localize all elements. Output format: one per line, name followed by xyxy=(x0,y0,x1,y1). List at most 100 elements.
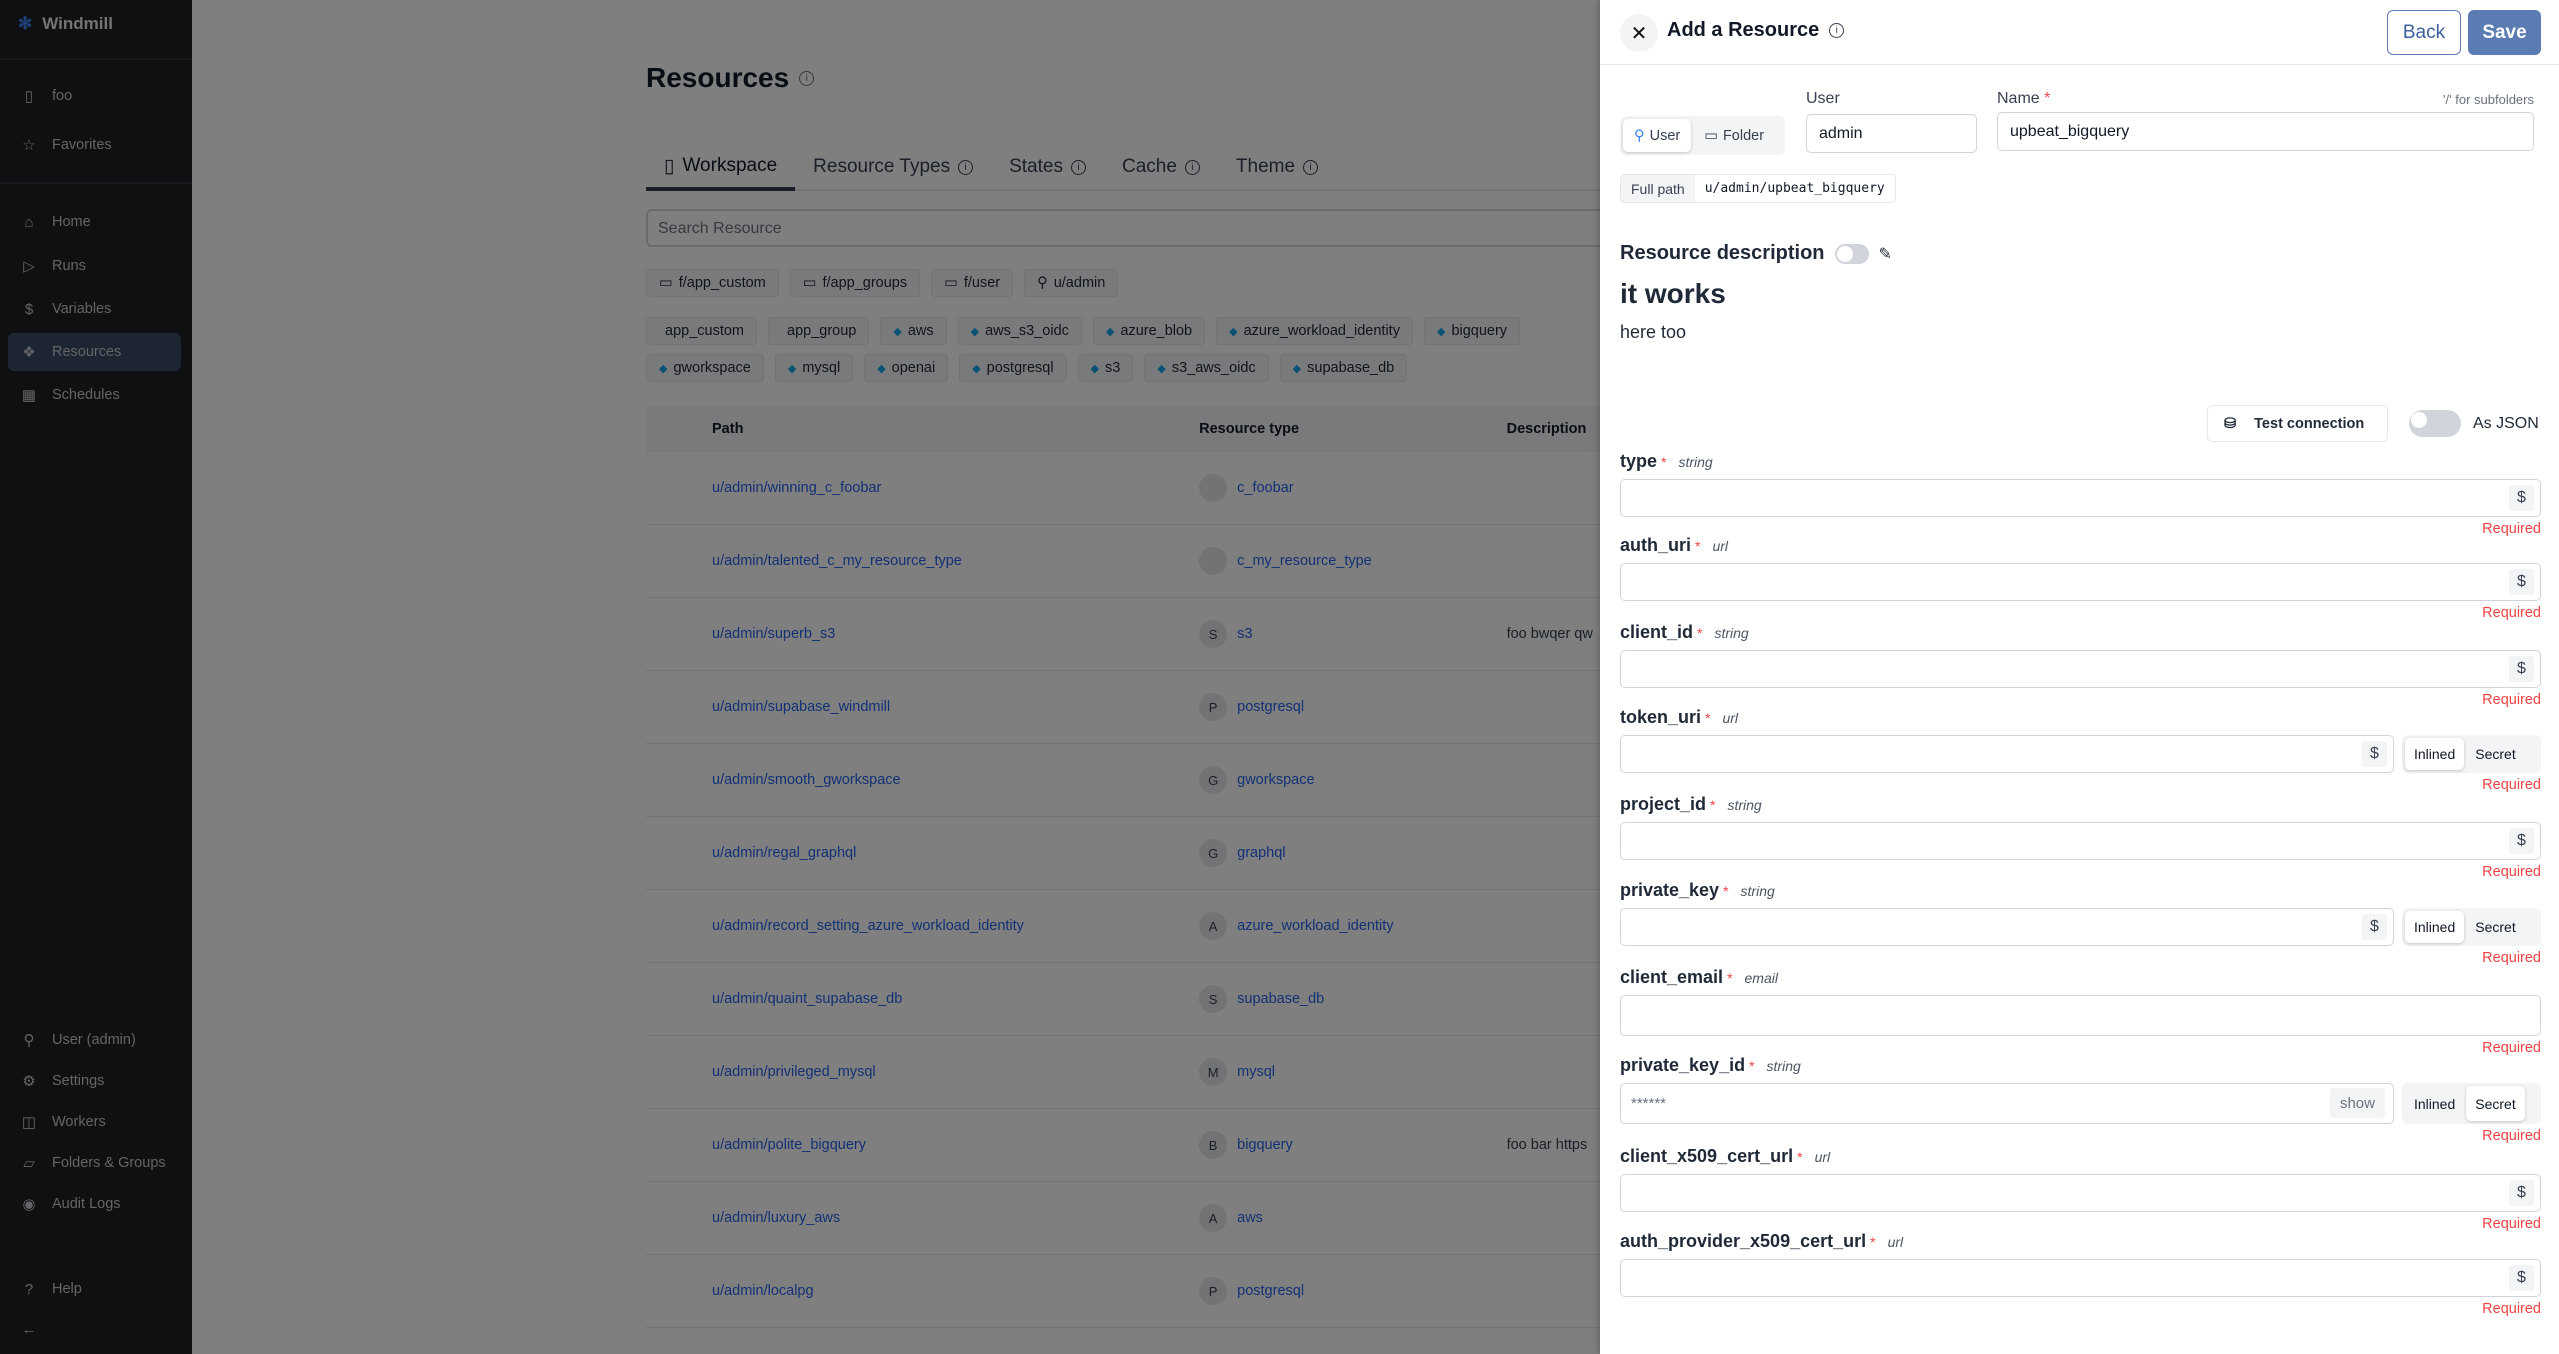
required-star: * xyxy=(1705,710,1711,726)
full-path-value[interactable]: u/admin/upbeat_bigquery xyxy=(1695,175,1895,202)
required-star: * xyxy=(1723,883,1729,899)
add-resource-drawer: ✕ Add a Resource i Back Save ⚲ User ▭ Folde… xyxy=(1600,0,2559,1354)
required-star: * xyxy=(2044,90,2051,107)
name-hint: '/' for subfolders xyxy=(2443,92,2534,107)
full-path: Full path u/admin/upbeat_bigquery xyxy=(1620,174,1896,203)
field-auth-provider-x509-cert-url: auth_provider_x509_cert_url * url $ Requir… xyxy=(1620,1231,2541,1317)
required-error: Required xyxy=(2482,1040,2541,1056)
field-label: token_uri xyxy=(1620,707,1702,727)
required-error: Required xyxy=(2482,1301,2541,1317)
secret-option[interactable]: Secret xyxy=(2466,1086,2525,1121)
owner-kind-user[interactable]: ⚲ User xyxy=(1623,119,1692,152)
save-button[interactable]: Save xyxy=(2468,10,2541,55)
dollar-icon[interactable]: $ xyxy=(2509,1180,2534,1206)
folder-icon: ▭ xyxy=(1704,127,1718,144)
owner-kind-folder[interactable]: ▭ Folder xyxy=(1693,119,1775,152)
field-type: string xyxy=(1766,1058,1801,1074)
modal-backdrop[interactable] xyxy=(0,0,1600,1354)
field-type: url xyxy=(1712,538,1729,554)
as-json-label: As JSON xyxy=(2473,414,2539,432)
field-client-x509-cert-url: client_x509_cert_url * url $ Required xyxy=(1620,1146,2541,1232)
field-client-email: client_email * email Required xyxy=(1620,967,2541,1056)
required-star: * xyxy=(1661,454,1667,470)
back-button[interactable]: Back xyxy=(2387,10,2461,55)
field-type: string xyxy=(1678,454,1713,470)
dollar-icon[interactable]: $ xyxy=(2362,741,2387,767)
inlined-option[interactable]: Inlined xyxy=(2405,911,2465,943)
secret-option[interactable]: Secret xyxy=(2466,738,2524,770)
dollar-icon[interactable]: $ xyxy=(2509,569,2534,595)
database-icon: ⛁ xyxy=(2224,415,2237,432)
drawer-title-text: Add a Resource xyxy=(1667,19,1820,41)
owner-kind-label: User xyxy=(1649,127,1681,144)
name-label: Name * xyxy=(1997,90,2050,108)
field-private-key: private_key * string $ Inlined Secret Requi… xyxy=(1620,880,2541,966)
field-private-key-id: private_key_id * string ****** show Inlined… xyxy=(1620,1055,2541,1144)
field-type: email xyxy=(1744,970,1778,986)
field-label: auth_uri xyxy=(1620,535,1692,555)
close-button[interactable]: ✕ xyxy=(1620,14,1658,52)
info-icon[interactable]: i xyxy=(1829,23,1845,38)
name-field[interactable]: upbeat_bigquery xyxy=(1997,112,2534,151)
dollar-icon[interactable]: $ xyxy=(2509,1265,2534,1291)
field-auth-uri: auth_uri * url $ Required xyxy=(1620,535,2541,621)
test-connection-label: Test connection xyxy=(2254,415,2365,432)
field-client-id: client_id * string $ Required xyxy=(1620,622,2541,708)
user-field[interactable]: admin xyxy=(1806,114,1977,153)
required-error: Required xyxy=(2482,777,2541,793)
full-path-label: Full path xyxy=(1621,175,1695,202)
field-type: url xyxy=(1722,710,1739,726)
secret-option[interactable]: Secret xyxy=(2466,911,2524,943)
project-id-input[interactable]: $ xyxy=(1620,822,2541,860)
description-heading: it works xyxy=(1620,278,1726,309)
dollar-icon[interactable]: $ xyxy=(2509,828,2534,854)
field-label: type xyxy=(1620,451,1658,471)
required-error: Required xyxy=(2482,950,2541,966)
inlined-secret-toggle: Inlined Secret xyxy=(2402,1083,2541,1124)
required-star: * xyxy=(1870,1234,1876,1250)
client-email-input[interactable] xyxy=(1620,995,2541,1036)
field-type: string xyxy=(1740,883,1775,899)
owner-kind-toggle: ⚲ User ▭ Folder xyxy=(1620,116,1785,155)
dollar-icon[interactable]: $ xyxy=(2509,656,2534,682)
field-value: ****** xyxy=(1631,1095,1667,1112)
required-error: Required xyxy=(2482,692,2541,708)
description-edit-toggle[interactable] xyxy=(1834,243,1869,264)
owner-kind-label: Folder xyxy=(1722,127,1765,144)
field-label: client_x509_cert_url xyxy=(1620,1146,1794,1166)
field-type: type * string $ Required xyxy=(1620,451,2541,537)
required-star: * xyxy=(1697,625,1703,641)
required-error: Required xyxy=(2482,1128,2541,1144)
private-key-id-input[interactable]: ****** show xyxy=(1620,1083,2394,1124)
description-label: Resource description xyxy=(1620,242,1825,264)
dollar-icon[interactable]: $ xyxy=(2362,914,2387,940)
user-label: User xyxy=(1806,90,1840,107)
token-uri-input[interactable]: $ xyxy=(1620,735,2394,773)
inlined-option[interactable]: Inlined xyxy=(2405,738,2465,770)
user-icon: ⚲ xyxy=(1634,127,1645,144)
show-secret-button[interactable]: show xyxy=(2329,1088,2385,1118)
field-label: private_key_id xyxy=(1620,1055,1746,1075)
client-x509-cert-url-input[interactable]: $ xyxy=(1620,1174,2541,1212)
inlined-option[interactable]: Inlined xyxy=(2405,1086,2464,1121)
required-star: * xyxy=(1727,970,1733,986)
field-type: url xyxy=(1887,1234,1904,1250)
field-label: auth_provider_x509_cert_url xyxy=(1620,1231,1867,1251)
required-error: Required xyxy=(2482,1216,2541,1232)
pencil-icon[interactable]: ✎ xyxy=(1879,244,1892,264)
as-json-toggle[interactable] xyxy=(2409,410,2461,437)
auth-provider-x509-cert-url-input[interactable]: $ xyxy=(1620,1259,2541,1297)
required-star: * xyxy=(1710,797,1716,813)
dollar-icon[interactable]: $ xyxy=(2509,485,2534,511)
test-connection-button[interactable]: ⛁ Test connection xyxy=(2207,405,2388,442)
type-input[interactable]: $ xyxy=(1620,479,2541,517)
field-label: private_key xyxy=(1620,880,1720,900)
required-star: * xyxy=(1749,1058,1755,1074)
auth-uri-input[interactable]: $ xyxy=(1620,563,2541,601)
required-error: Required xyxy=(2482,605,2541,621)
private-key-input[interactable]: $ xyxy=(1620,908,2394,946)
close-icon: ✕ xyxy=(1630,22,1648,45)
required-error: Required xyxy=(2482,864,2541,880)
client-id-input[interactable]: $ xyxy=(1620,650,2541,688)
name-label-text: Name xyxy=(1997,90,2040,107)
